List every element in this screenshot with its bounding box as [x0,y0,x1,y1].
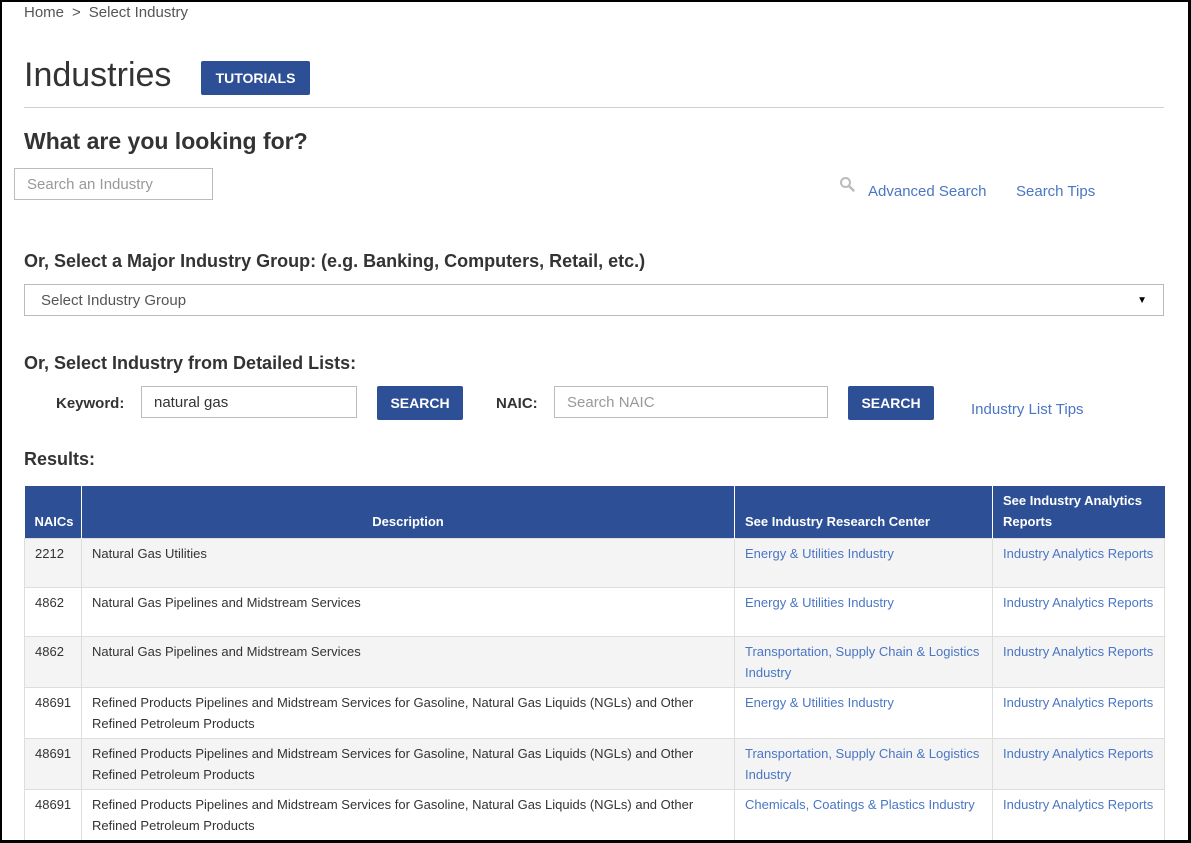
research-center-cell: Transportation, Supply Chain & Logistics… [734,738,993,790]
industry-description: Natural Gas Pipelines and Midstream Serv… [81,587,735,637]
naic-search-button[interactable]: SEARCH [848,386,934,420]
analytics-reports-link[interactable]: Industry Analytics Reports [1003,546,1153,561]
industry-description: Natural Gas Utilities [81,538,735,588]
chevron-down-icon: ▼ [1137,294,1147,306]
industry-search-input[interactable] [14,168,213,200]
table-row: 48691 Refined Products Pipelines and Mid… [24,789,1165,841]
research-center-cell: Transportation, Supply Chain & Logistics… [734,636,993,688]
header-analytics-reports: See Industry Analytics Reports [992,486,1165,539]
results-label: Results: [24,449,96,469]
naics-code: 4862 [24,587,82,637]
industry-description: Natural Gas Pipelines and Midstream Serv… [81,636,735,688]
breadcrumb-separator: > [72,4,81,21]
research-center-cell: Energy & Utilities Industry [734,687,993,739]
analytics-reports-link[interactable]: Industry Analytics Reports [1003,797,1153,812]
header-naics: NAICs [24,486,82,539]
search-heading: What are you looking for? [24,128,308,154]
naics-code: 48691 [24,789,82,841]
naic-label: NAIC: [496,395,538,412]
industry-group-selected: Select Industry Group [41,291,187,309]
industry-group-select[interactable]: Select Industry Group ▼ [24,284,1164,316]
breadcrumb: Home > Select Industry [24,4,188,21]
research-center-link[interactable]: Transportation, Supply Chain & Logistics… [745,644,979,680]
table-row: 48691 Refined Products Pipelines and Mid… [24,687,1165,739]
breadcrumb-home-link[interactable]: Home [24,4,64,21]
research-center-cell: Energy & Utilities Industry [734,587,993,637]
industry-group-label: Or, Select a Major Industry Group: (e.g.… [24,251,646,271]
analytics-reports-link[interactable]: Industry Analytics Reports [1003,695,1153,710]
table-row: 4862 Natural Gas Pipelines and Midstream… [24,636,1165,688]
header-research-center: See Industry Research Center [734,486,993,539]
analytics-reports-link[interactable]: Industry Analytics Reports [1003,746,1153,761]
page-title: Industries [24,56,172,94]
research-center-link[interactable]: Chemicals, Coatings & Plastics Industry [745,797,975,812]
analytics-reports-cell: Industry Analytics Reports [992,538,1165,588]
table-header-row: NAICs Description See Industry Research … [24,486,1165,539]
industry-description: Refined Products Pipelines and Midstream… [81,738,735,790]
naics-code: 48691 [24,738,82,790]
research-center-link[interactable]: Energy & Utilities Industry [745,695,894,710]
research-center-cell: Energy & Utilities Industry [734,538,993,588]
naics-code: 48691 [24,687,82,739]
analytics-reports-link[interactable]: Industry Analytics Reports [1003,595,1153,610]
table-row: 48691 Refined Products Pipelines and Mid… [24,738,1165,790]
analytics-reports-cell: Industry Analytics Reports [992,587,1165,637]
industry-list-tips-link[interactable]: Industry List Tips [971,401,1084,418]
search-tips-link[interactable]: Search Tips [1016,183,1095,200]
table-row: 4862 Natural Gas Pipelines and Midstream… [24,587,1165,637]
results-table: NAICs Description See Industry Research … [24,486,1165,841]
detailed-lists-label: Or, Select Industry from Detailed Lists: [24,353,357,373]
analytics-reports-link[interactable]: Industry Analytics Reports [1003,644,1153,659]
keyword-label: Keyword: [56,395,125,412]
analytics-reports-cell: Industry Analytics Reports [992,636,1165,688]
research-center-link[interactable]: Transportation, Supply Chain & Logistics… [745,746,979,782]
research-center-cell: Chemicals, Coatings & Plastics Industry [734,789,993,841]
analytics-reports-cell: Industry Analytics Reports [992,687,1165,739]
keyword-input[interactable] [141,386,357,418]
naic-input[interactable] [554,386,828,418]
table-row: 2212 Natural Gas Utilities Energy & Util… [24,538,1165,588]
research-center-link[interactable]: Energy & Utilities Industry [745,595,894,610]
analytics-reports-cell: Industry Analytics Reports [992,789,1165,841]
industry-description: Refined Products Pipelines and Midstream… [81,789,735,841]
naics-code: 4862 [24,636,82,688]
naics-code: 2212 [24,538,82,588]
title-divider [24,107,1164,108]
research-center-link[interactable]: Energy & Utilities Industry [745,546,894,561]
advanced-search-link[interactable]: Advanced Search [868,183,986,200]
header-description: Description [81,486,735,539]
industry-description: Refined Products Pipelines and Midstream… [81,687,735,739]
search-icon[interactable] [839,176,855,192]
tutorials-button[interactable]: TUTORIALS [201,61,310,95]
analytics-reports-cell: Industry Analytics Reports [992,738,1165,790]
breadcrumb-current: Select Industry [88,4,188,21]
keyword-search-button[interactable]: SEARCH [377,386,463,420]
